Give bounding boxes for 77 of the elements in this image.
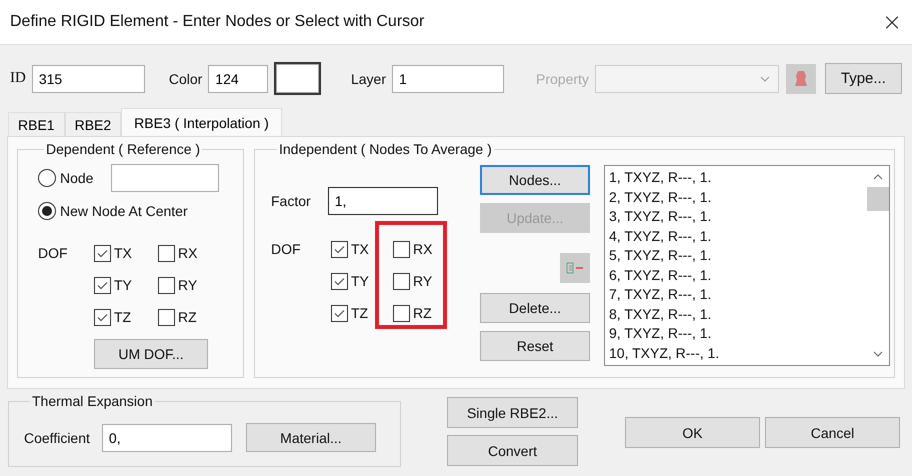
list-item[interactable]: 4, TXYZ, R---, 1.: [609, 226, 863, 246]
action-button[interactable]: Reset: [480, 331, 590, 361]
radio-button[interactable]: [38, 168, 56, 186]
checkbox[interactable]: [94, 244, 111, 262]
coefficient-label: Coefficient: [24, 430, 90, 446]
checkbox[interactable]: [158, 308, 175, 326]
checkbox-label: TY: [114, 277, 132, 293]
checkbox[interactable]: [393, 304, 410, 322]
checkbox[interactable]: [94, 276, 111, 294]
checkbox[interactable]: [94, 308, 111, 326]
action-button[interactable]: Nodes...: [480, 165, 590, 195]
radio-label: New Node At Center: [60, 202, 188, 218]
type-button[interactable]: Type...: [824, 63, 902, 94]
checkbox-label: TX: [114, 245, 132, 261]
radio-button[interactable]: [38, 202, 56, 220]
action-button[interactable]: Delete...: [480, 293, 590, 323]
checkbox[interactable]: [331, 304, 348, 322]
layer-field[interactable]: 1: [392, 64, 504, 92]
node-field[interactable]: [111, 164, 220, 192]
color-label: Color: [168, 70, 202, 86]
checkbox-label: RZ: [178, 309, 197, 325]
layer-label: Layer: [350, 70, 386, 86]
shape-icon: [794, 70, 808, 88]
dof-label: DOF: [38, 245, 69, 261]
checkbox-label: TZ: [351, 305, 368, 321]
checkbox-label: RY: [413, 273, 432, 289]
list-item[interactable]: 3, TXYZ, R---, 1.: [609, 207, 863, 226]
window-title: Define RIGID Element - Enter Nodes or Select with Cursor: [10, 13, 424, 31]
tab[interactable]: RBE2: [64, 112, 122, 136]
radio-label: Node: [60, 170, 94, 186]
um-dof-button[interactable]: UM DOF...: [94, 339, 208, 369]
checkbox[interactable]: [393, 240, 410, 258]
list-item[interactable]: 9, TXYZ, R---, 1.: [609, 324, 863, 344]
dialog-button[interactable]: OK: [625, 417, 760, 448]
tab[interactable]: RBE3 ( Interpolation ): [121, 108, 282, 136]
checkbox-label: RX: [178, 245, 198, 261]
list-item[interactable]: 10, TXYZ, R---, 1.: [609, 344, 863, 363]
property-label: Property: [536, 70, 589, 86]
color-swatch[interactable]: [274, 62, 321, 95]
checkbox[interactable]: [158, 244, 175, 262]
material-button[interactable]: Material...: [246, 423, 376, 452]
scroll-thumb[interactable]: [867, 187, 889, 211]
checkbox-label: TZ: [114, 309, 132, 325]
dialog-button[interactable]: Cancel: [765, 417, 900, 448]
checkbox[interactable]: [393, 272, 410, 290]
close-button[interactable]: ×: [872, 2, 912, 42]
list-remove-icon: [566, 262, 584, 274]
list-item[interactable]: 2, TXYZ, R---, 1.: [609, 188, 863, 207]
checkbox-label: TY: [351, 273, 369, 289]
id-label: ID: [10, 70, 26, 87]
checkbox-label: RY: [178, 277, 198, 293]
group-title: Thermal Expansion: [31, 393, 154, 409]
checkbox-label: RX: [413, 241, 432, 257]
chevron-down-icon: [760, 76, 770, 82]
list-item[interactable]: 5, TXYZ, R---, 1.: [609, 246, 863, 266]
factor-label: Factor: [271, 193, 311, 209]
id-field[interactable]: 315: [32, 64, 145, 92]
factor-field[interactable]: 1,: [328, 187, 438, 215]
group-title: Independent ( Nodes To Average ): [278, 141, 493, 157]
group-title: Dependent ( Reference ): [45, 141, 202, 157]
coefficient-field[interactable]: 0,: [102, 424, 232, 452]
list-item[interactable]: 1, TXYZ, R---, 1.: [609, 168, 863, 188]
checkbox-label: RZ: [413, 305, 432, 321]
list-item[interactable]: 6, TXYZ, R---, 1.: [609, 266, 863, 285]
checkbox[interactable]: [158, 276, 175, 294]
checkbox-label: TX: [351, 241, 369, 257]
action-button[interactable]: Single RBE2...: [447, 397, 578, 428]
checkbox[interactable]: [331, 272, 348, 290]
scroll-down-icon: [873, 351, 883, 357]
list-item[interactable]: 7, TXYZ, R---, 1.: [609, 285, 863, 304]
dof-label: DOF: [271, 241, 302, 257]
checkbox[interactable]: [331, 240, 348, 258]
tab[interactable]: RBE1: [8, 112, 65, 136]
scroll-up-icon: [873, 174, 883, 180]
color-field[interactable]: 124: [208, 64, 268, 92]
action-button[interactable]: Convert: [447, 435, 578, 466]
list-item[interactable]: 8, TXYZ, R---, 1.: [609, 304, 863, 324]
